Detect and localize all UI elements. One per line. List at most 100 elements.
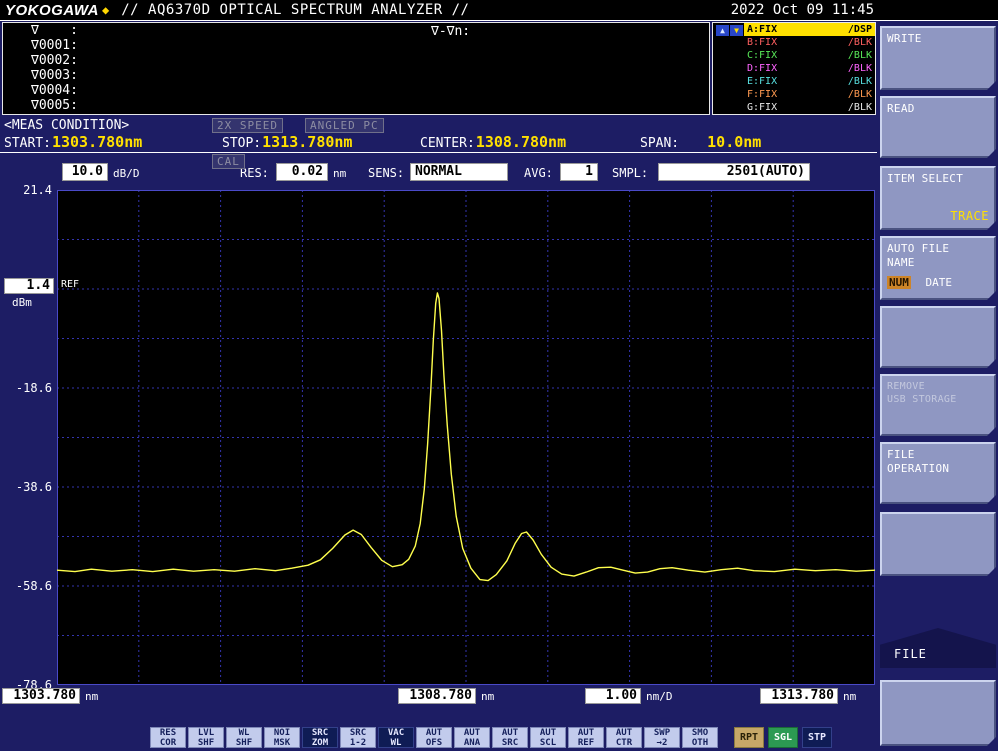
res-value[interactable]: 0.02: [276, 163, 328, 181]
softkey-item-select[interactable]: ITEM SELECT TRACE: [880, 166, 996, 230]
trace-row-b[interactable]: B:FIX /BLK: [744, 36, 875, 49]
softkey-label: READ: [887, 102, 989, 116]
cal-badge: CAL: [212, 154, 245, 169]
toolbar-button-vac-wl[interactable]: VACWL: [378, 727, 414, 748]
toolbar-button-src-1-2[interactable]: SRC1-2: [340, 727, 376, 748]
memory-list-item[interactable]: ∇0003:: [3, 68, 709, 83]
x-stop-value: 1313.780: [760, 688, 838, 704]
trace-mode: /BLK: [848, 75, 872, 88]
span-label: SPAN:: [640, 136, 679, 151]
toolbar-button-src-zom[interactable]: SRCZOM: [302, 727, 338, 748]
title-bar: YOKOGAWA ◆ // AQ6370D OPTICAL SPECTRUM A…: [0, 0, 998, 21]
yokogawa-logo: YOKOGAWA: [5, 2, 99, 19]
toolbar-button-aut-scl[interactable]: AUTSCL: [530, 727, 566, 748]
memory-list-panel: ∇-∇n: ∇ : ∇0001: ∇0002: ∇0003: ∇0004: ∇0…: [2, 22, 710, 115]
function-toolbar: RESCOR LVLSHF WLSHF NOIMSK SRCZOM SRC1-2…: [150, 727, 718, 748]
x-center-value: 1308.780: [398, 688, 476, 704]
start-label: START:: [4, 136, 51, 151]
toolbar-button-lvl-shf[interactable]: LVLSHF: [188, 727, 224, 748]
sweep-stop-button[interactable]: STP: [802, 727, 832, 748]
trace-label: A:FIX: [747, 23, 777, 36]
softkey-blank-1[interactable]: [880, 306, 996, 368]
toolbar-button-smo-oth[interactable]: SMOOTH: [682, 727, 718, 748]
ref-label: REF: [61, 279, 79, 290]
toolbar-button-aut-ctr[interactable]: AUTCTR: [606, 727, 642, 748]
smpl-value[interactable]: 2501(AUTO): [658, 163, 810, 181]
memory-list-item[interactable]: ∇0004:: [3, 83, 709, 98]
y-tick: -38.6: [0, 480, 52, 494]
softkey-auto-file-name[interactable]: AUTO FILE NAME NUM DATE: [880, 236, 996, 300]
toolbar-button-line2: COR: [151, 739, 185, 749]
trace-mode: /BLK: [848, 49, 872, 62]
toolbar-button-line2: CTR: [607, 739, 641, 749]
softkey-label: FILE OPERATION: [887, 448, 989, 477]
memory-list-item[interactable]: ∇0001:: [3, 38, 709, 53]
trace-row-e[interactable]: E:FIX /BLK: [744, 75, 875, 88]
trace-row-f[interactable]: F:FIX /BLK: [744, 88, 875, 101]
x-center-unit: nm: [481, 690, 494, 703]
softkey-label: REMOVE USB STORAGE: [887, 380, 989, 406]
toolbar-button-aut-ana[interactable]: AUTANA: [454, 727, 490, 748]
toolbar-button-wl-shf[interactable]: WLSHF: [226, 727, 262, 748]
toolbar-button-aut-src[interactable]: AUTSRC: [492, 727, 528, 748]
softkey-label: ITEM SELECT: [887, 172, 989, 186]
level-scale-value[interactable]: 10.0: [62, 163, 108, 181]
toolbar-button-line2: ZOM: [303, 739, 337, 749]
softkey-remove-usb-storage[interactable]: REMOVE USB STORAGE: [880, 374, 996, 436]
y-tick: 21.4: [0, 183, 52, 197]
yokogawa-diamond-icon: ◆: [102, 3, 109, 17]
trace-row-c[interactable]: C:FIX /BLK: [744, 49, 875, 62]
scroll-up-icon[interactable]: ▲: [716, 25, 729, 36]
memory-list-item[interactable]: ∇ :: [3, 23, 709, 38]
smpl-label: SMPL:: [612, 166, 648, 180]
softkey-write[interactable]: WRITE: [880, 26, 996, 90]
trace-row-a[interactable]: A:FIX /DSP: [744, 23, 875, 36]
toolbar-button-line2: REF: [569, 739, 603, 749]
span-value: 10.0nm: [707, 133, 761, 151]
toolbar-button-noi-msk[interactable]: NOIMSK: [264, 727, 300, 748]
softkey-read[interactable]: READ: [880, 96, 996, 158]
trace-row-d[interactable]: D:FIX /BLK: [744, 62, 875, 75]
center-label: CENTER:: [420, 136, 475, 151]
toolbar-button-line2: 1-2: [341, 739, 375, 749]
memory-list-item[interactable]: ∇0002:: [3, 53, 709, 68]
toolbar-button-aut-ref[interactable]: AUTREF: [568, 727, 604, 748]
softkey-label: AUTO FILE NAME: [887, 242, 989, 271]
trace-status-panel: ▲ ▼ A:FIX /DSP B:FIX /BLK C:FIX /BLK D:F…: [712, 22, 876, 115]
trace-scroll-controls: ▲ ▼: [716, 25, 743, 36]
softkey-blank-3[interactable]: [880, 680, 996, 746]
datetime-display: 2022 Oct 09 11:45: [731, 2, 874, 18]
option-date[interactable]: DATE: [926, 276, 953, 289]
settings-bar: 10.0 dB/D RES: 0.02 nm SENS: NORMAL AVG:…: [0, 160, 877, 186]
trace-mode: /BLK: [848, 88, 872, 101]
menu-title-label: FILE: [894, 647, 927, 661]
memory-list-item[interactable]: ∇0005:: [3, 98, 709, 113]
x-start-unit: nm: [85, 690, 98, 703]
avg-value[interactable]: 1: [560, 163, 598, 181]
span-setting: SPAN: 10.0nm: [640, 133, 761, 151]
osa-screen: YOKOGAWA ◆ // AQ6370D OPTICAL SPECTRUM A…: [0, 0, 998, 751]
stop-wavelength: STOP: 1313.780nm: [222, 133, 352, 151]
sweep-repeat-button[interactable]: RPT: [734, 727, 764, 748]
softkey-file-operation[interactable]: FILE OPERATION: [880, 442, 996, 504]
center-wavelength: CENTER: 1308.780nm: [420, 133, 566, 151]
softkey-value: TRACE: [950, 209, 989, 225]
meas-condition-title: <MEAS CONDITION>: [4, 118, 129, 133]
sweep-single-button[interactable]: SGL: [768, 727, 798, 748]
toolbar-button-aut-ofs[interactable]: AUTOFS: [416, 727, 452, 748]
trace-row-g[interactable]: G:FIX /BLK: [744, 101, 875, 114]
sens-value[interactable]: NORMAL: [410, 163, 508, 181]
toolbar-button-swp-2[interactable]: SWP→2: [644, 727, 680, 748]
ref-level-box[interactable]: 1.4: [4, 278, 54, 294]
avg-label: AVG:: [524, 166, 553, 180]
softkey-blank-2[interactable]: [880, 512, 996, 576]
scroll-down-icon[interactable]: ▼: [730, 25, 743, 36]
toolbar-button-line2: →2: [645, 739, 679, 749]
option-num[interactable]: NUM: [887, 276, 911, 289]
toolbar-button-line2: SHF: [227, 739, 261, 749]
y-axis-unit: dBm: [12, 296, 32, 309]
toolbar-button-res-cor[interactable]: RESCOR: [150, 727, 186, 748]
toolbar-button-line2: SRC: [493, 739, 527, 749]
trace-list: A:FIX /DSP B:FIX /BLK C:FIX /BLK D:FIX /…: [744, 23, 875, 114]
meas-condition-bar: <MEAS CONDITION> 2X SPEED ANGLED PC STAR…: [0, 116, 877, 153]
